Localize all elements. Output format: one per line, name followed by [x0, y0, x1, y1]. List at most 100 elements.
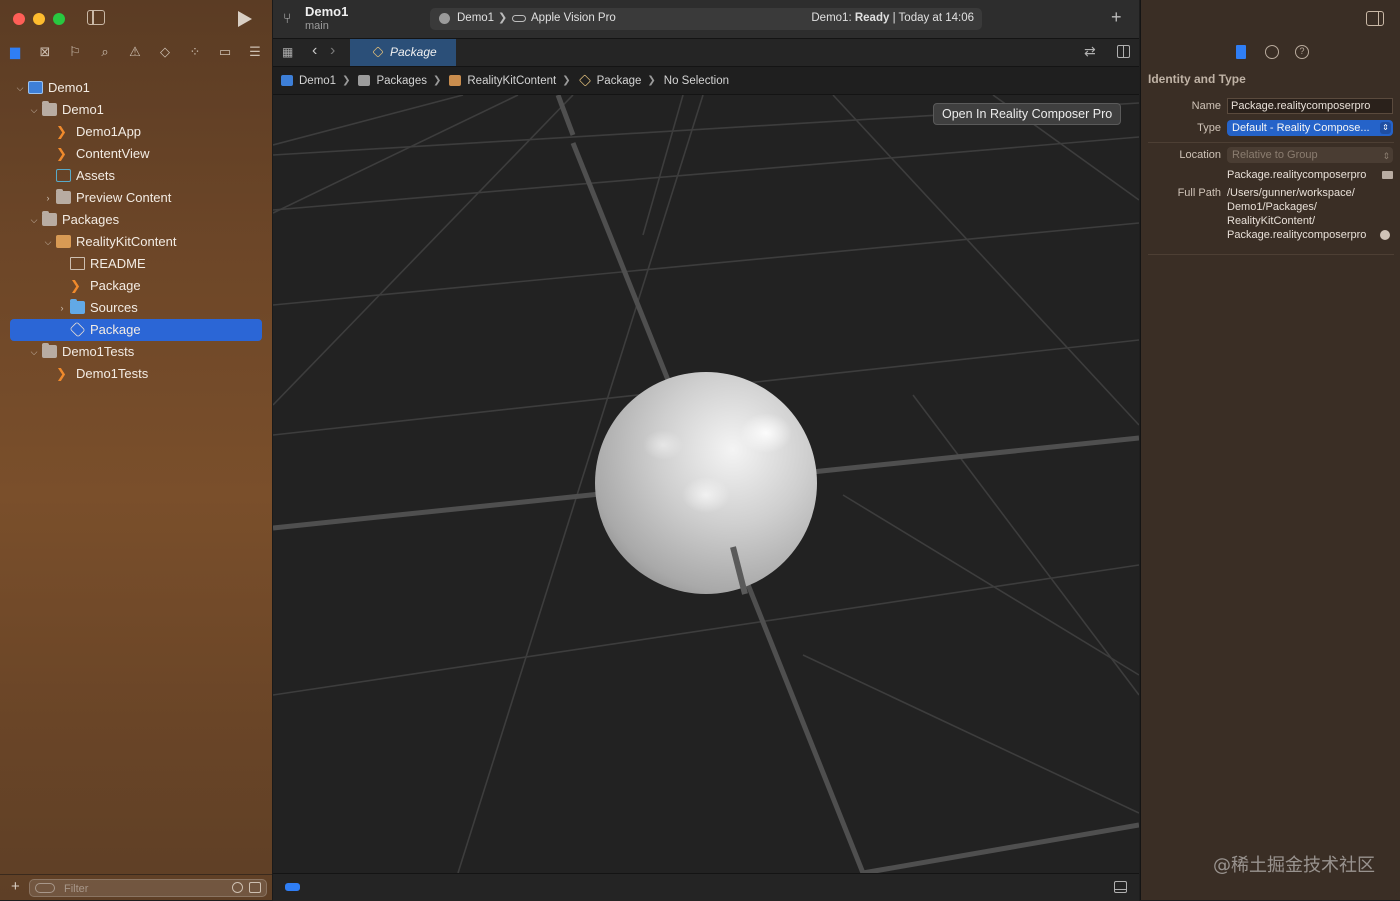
status-time: | Today at 14:06	[889, 12, 974, 24]
chevron-down-icon[interactable]: ⌵	[28, 209, 40, 231]
chevron-down-icon[interactable]: ⌵	[14, 77, 26, 99]
type-select[interactable]: Default - Reality Compose... ⇕	[1227, 120, 1393, 136]
tree-item[interactable]: › Sources	[0, 297, 272, 319]
tree-item-label: Assets	[76, 168, 116, 183]
window-minimize-button[interactable]	[33, 13, 45, 25]
breadcrumb-label: RealityKitContent	[467, 74, 557, 87]
add-file-button[interactable]: +	[11, 878, 20, 895]
source-control-filter-icon[interactable]	[249, 882, 261, 893]
tree-item[interactable]: Assets	[0, 165, 272, 187]
filter-input[interactable]	[62, 881, 216, 897]
full-path-value: /Users/gunner/workspace/ Demo1/Packages/…	[1227, 186, 1366, 242]
bookmark-icon[interactable]: ⚐	[60, 40, 90, 64]
inspector-toggle-icon[interactable]	[1366, 11, 1384, 26]
breadcrumb-item[interactable]: Packages ❯	[350, 75, 441, 87]
breadcrumb-item[interactable]: Demo1 ❯	[273, 75, 350, 87]
breadcrumb-item[interactable]: No Selection	[656, 75, 729, 87]
scheme-project[interactable]: Demo1	[457, 12, 494, 24]
full-path-line: RealityKitContent/	[1227, 215, 1316, 227]
name-label: Name	[1191, 100, 1221, 112]
reality-composer-icon	[578, 74, 591, 87]
test-diamond-icon[interactable]: ◇	[150, 40, 180, 64]
swift-file-icon: ❯	[56, 146, 67, 161]
window-close-button[interactable]	[13, 13, 25, 25]
window-zoom-button[interactable]	[53, 13, 65, 25]
file-inspector-icon[interactable]	[1236, 45, 1246, 59]
tree-item[interactable]: ⌵ Demo1Tests	[0, 341, 272, 363]
chevron-right-icon[interactable]: ›	[56, 297, 68, 319]
choose-folder-icon[interactable]	[1382, 171, 1393, 179]
quick-help-icon[interactable]: ?	[1295, 45, 1309, 59]
tree-item[interactable]: ❯ Package	[0, 275, 272, 297]
breadcrumb-item[interactable]: Package ❯	[571, 74, 656, 87]
tree-item[interactable]: ❯ Demo1App	[0, 121, 272, 143]
chevron-right-icon: ❯	[432, 75, 442, 86]
source-control-icon[interactable]: ⊠	[30, 40, 60, 64]
debug-spray-icon[interactable]: ⁘	[180, 40, 210, 64]
tree-item[interactable]: ⌵ Demo1	[0, 99, 272, 121]
tree-item[interactable]: ⌵ RealityKitContent	[0, 231, 272, 253]
location-select[interactable]: Relative to Group ⇕	[1227, 147, 1393, 163]
tree-item[interactable]: ❯ ContentView	[0, 143, 272, 165]
tree-item[interactable]: ❯ Demo1Tests	[0, 363, 272, 385]
tab-package[interactable]: Package	[350, 39, 456, 66]
chevron-down-icon[interactable]: ⌵	[42, 231, 54, 253]
open-in-reality-composer-pro-button[interactable]: Open In Reality Composer Pro	[933, 103, 1122, 125]
location-value: Relative to Group	[1232, 149, 1318, 161]
chevron-left-icon[interactable]: ‹	[312, 42, 317, 60]
reveal-in-finder-icon[interactable]	[1380, 230, 1390, 240]
reality-composer-viewport[interactable]: Open In Reality Composer Pro	[273, 95, 1139, 873]
full-path-label: Full Path	[1177, 187, 1221, 199]
package-icon	[56, 235, 71, 248]
history-inspector-icon[interactable]	[1265, 45, 1279, 59]
package-icon	[449, 75, 462, 86]
issue-warning-icon[interactable]: ⚠	[120, 40, 150, 64]
chevron-down-icon[interactable]: ⌵	[28, 99, 40, 121]
navigator-selector-bar: ▆ ⊠ ⚐ ⌕ ⚠ ◇ ⁘ ▭ ☰	[0, 40, 272, 64]
tree-item[interactable]: ⌵ Packages	[0, 209, 272, 231]
toggle-debug-area-icon[interactable]	[1114, 881, 1127, 893]
tree-item[interactable]: README	[0, 253, 272, 275]
run-button[interactable]	[238, 11, 252, 27]
jump-bar-breadcrumb: Demo1 ❯ Packages ❯ RealityKitContent ❯ Package…	[273, 67, 1139, 95]
swift-file-icon: ❯	[70, 278, 81, 293]
tree-item[interactable]: Package	[10, 319, 262, 341]
chevron-down-icon[interactable]: ⌵	[28, 341, 40, 363]
find-icon[interactable]: ⌕	[90, 40, 120, 64]
report-icon[interactable]: ☰	[240, 40, 270, 64]
run-destination[interactable]: Apple Vision Pro	[531, 12, 616, 24]
app-scheme-icon	[439, 13, 450, 24]
status-prefix: Demo1:	[811, 12, 855, 24]
project-navigator-folder-icon[interactable]: ▆	[0, 40, 30, 64]
project-name: Demo1	[305, 4, 349, 19]
breakpoint-icon[interactable]: ▭	[210, 40, 240, 64]
tree-item[interactable]: ⌵ Demo1	[0, 77, 272, 99]
reality-composer-icon	[372, 46, 384, 58]
library-plus-button[interactable]: +	[1111, 7, 1122, 28]
window-toolbar: ⑂ Demo1 main Demo1 ❯ Apple Vision Pro De…	[273, 0, 1139, 39]
chevron-right-icon[interactable]: ›	[42, 187, 54, 209]
branch-icon: ⑂	[283, 10, 292, 26]
sidebar-toggle-icon[interactable]	[87, 10, 105, 25]
recent-files-clock-icon[interactable]	[232, 882, 243, 893]
scheme-activity-view[interactable]: Demo1 ❯ Apple Vision Pro Demo1: Ready | …	[430, 8, 982, 30]
filter-field-container	[29, 879, 267, 897]
debug-area-pill-icon[interactable]	[285, 883, 300, 891]
split-editor-icon[interactable]	[1117, 45, 1130, 58]
filter-options-icon[interactable]	[35, 883, 55, 893]
name-field[interactable]: Package.realitycomposerpro	[1227, 98, 1393, 114]
swap-arrows-icon[interactable]: ⇄	[1084, 43, 1096, 60]
breadcrumb-item[interactable]: RealityKitContent ❯	[441, 74, 571, 87]
location-filename: Package.realitycomposerpro	[1227, 169, 1367, 181]
branch-name: main	[305, 20, 329, 32]
blue-folder-icon	[70, 299, 85, 314]
chevron-right-nav-icon[interactable]: ›	[330, 42, 335, 60]
folder-icon	[358, 75, 371, 86]
swift-file-icon: ❯	[56, 124, 67, 139]
tree-item-label: README	[90, 256, 146, 271]
sphere-model[interactable]	[595, 372, 817, 594]
chevron-right-icon: ❯	[562, 75, 571, 86]
related-items-grid-icon[interactable]: ▦	[282, 45, 295, 59]
tree-item[interactable]: › Preview Content	[0, 187, 272, 209]
inspector-tabs: ?	[1141, 42, 1400, 64]
